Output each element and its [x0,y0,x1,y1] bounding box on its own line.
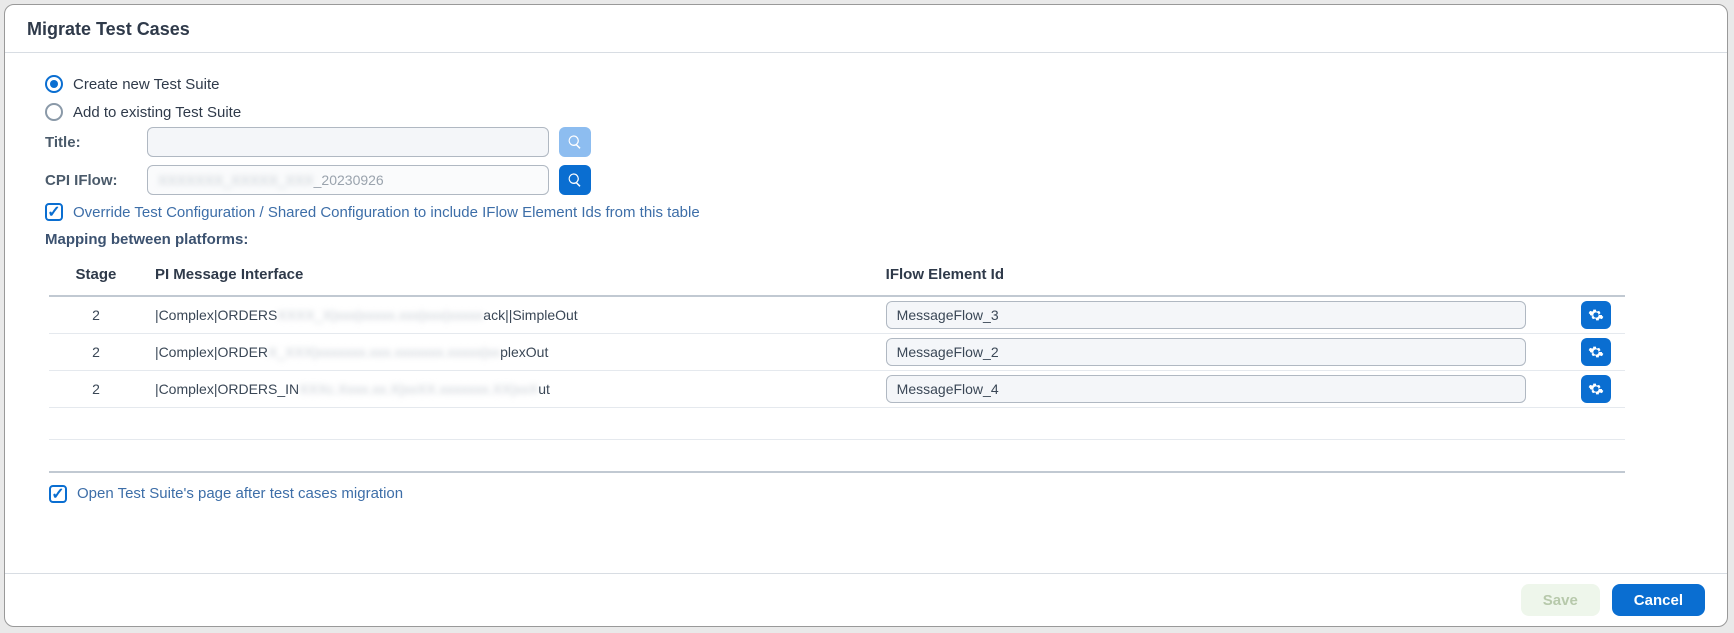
cpi-input[interactable]: XXXXXXX_XXXXX_XXX _20230926 [147,165,549,195]
open-after-checkbox[interactable]: ✓ [49,485,67,503]
table-header-row: Stage PI Message Interface IFlow Element… [49,254,1625,296]
row-settings-button[interactable] [1581,375,1611,403]
cell-stage: 2 [49,334,143,371]
cell-action [1567,296,1625,334]
open-after-row[interactable]: ✓ Open Test Suite's page after test case… [49,485,1687,503]
pi-prefix: |Complex|ORDERS_IN [155,381,299,397]
iflow-input[interactable] [886,301,1526,329]
cpi-value-suffix: _20230926 [314,172,384,188]
cell-action [1567,371,1625,408]
save-button[interactable]: Save [1521,584,1600,616]
cell-stage: 2 [49,296,143,334]
cpi-blur: XXXXXXX_XXXXX_XXX [158,172,314,188]
cancel-button[interactable]: Cancel [1612,584,1705,616]
pi-blur: XXXc.Xxxx.xx.X|xxXX.xxxxxxx.XX|xxX [299,381,538,397]
cpi-row: CPI IFlow: XXXXXXX_XXXXX_XXX _20230926 [45,165,1687,195]
header-divider [5,52,1727,53]
open-after-label: Open Test Suite's page after test cases … [77,485,403,502]
radio-add[interactable] [45,103,63,121]
gear-icon [1588,344,1604,360]
pi-suffix: plexOut [500,344,548,360]
dialog-title: Migrate Test Cases [5,5,1727,52]
title-label: Title: [45,134,137,151]
dialog-footer: Save Cancel [5,573,1727,626]
cell-iflow [874,296,1567,334]
col-pi: PI Message Interface [143,254,874,296]
iflow-input[interactable] [886,338,1526,366]
cell-pi: |Complex|ORDERS_INXXXc.Xxxx.xx.X|xxXX.xx… [143,371,874,408]
gear-icon [1588,381,1604,397]
cell-iflow [874,371,1567,408]
mapping-table: Stage PI Message Interface IFlow Element… [49,254,1625,473]
gear-icon [1588,307,1604,323]
cell-action [1567,334,1625,371]
table-row: 2 |Complex|ORDERSXXXX_X|xxx|xxxxx.xxx|xx… [49,296,1625,334]
radio-add-row[interactable]: Add to existing Test Suite [45,103,1687,121]
table-row-empty [49,440,1625,472]
mapping-body: 2 |Complex|ORDERSXXXX_X|xxx|xxxxx.xxx|xx… [49,296,1625,472]
override-checkbox[interactable]: ✓ [45,203,63,221]
override-label: Override Test Configuration / Shared Con… [73,204,700,221]
col-actions [1567,254,1625,296]
title-search-button[interactable] [559,127,591,157]
cell-stage: 2 [49,371,143,408]
pi-suffix: ack||SimpleOut [483,307,577,323]
cpi-label: CPI IFlow: [45,172,137,189]
table-row-empty [49,408,1625,440]
migrate-dialog: Migrate Test Cases Create new Test Suite… [4,4,1728,627]
col-iflow: IFlow Element Id [874,254,1567,296]
radio-create[interactable] [45,75,63,93]
radio-create-row[interactable]: Create new Test Suite [45,75,1687,93]
radio-create-label: Create new Test Suite [73,76,219,93]
override-row[interactable]: ✓ Override Test Configuration / Shared C… [45,203,1687,221]
pi-prefix: |Complex|ORDERS [155,307,277,323]
iflow-input[interactable] [886,375,1526,403]
col-stage: Stage [49,254,143,296]
table-row: 2 |Complex|ORDERX_XXX|xxxxxxx.xxx.xxxxxx… [49,334,1625,371]
pi-prefix: |Complex|ORDER [155,344,268,360]
cell-pi: |Complex|ORDERSXXXX_X|xxx|xxxxx.xxx|xxx|… [143,296,874,334]
search-icon [567,134,583,150]
pi-blur: X_XXX|xxxxxxx.xxx.xxxxxxx.xxxxx|xx [268,344,500,360]
row-settings-button[interactable] [1581,301,1611,329]
cpi-search-button[interactable] [559,165,591,195]
row-settings-button[interactable] [1581,338,1611,366]
dialog-content: Create new Test Suite Add to existing Te… [5,59,1727,573]
cell-iflow [874,334,1567,371]
radio-add-label: Add to existing Test Suite [73,104,241,121]
title-row: Title: [45,127,1687,157]
pi-blur: XXXX_X|xxx|xxxxx.xxx|xxx|xxxxx [277,307,483,323]
search-icon [567,172,583,188]
pi-suffix: ut [538,381,550,397]
cell-pi: |Complex|ORDERX_XXX|xxxxxxx.xxx.xxxxxxx.… [143,334,874,371]
mapping-title: Mapping between platforms: [45,231,1687,248]
table-row: 2 |Complex|ORDERS_INXXXc.Xxxx.xx.X|xxXX.… [49,371,1625,408]
title-input[interactable] [147,127,549,157]
